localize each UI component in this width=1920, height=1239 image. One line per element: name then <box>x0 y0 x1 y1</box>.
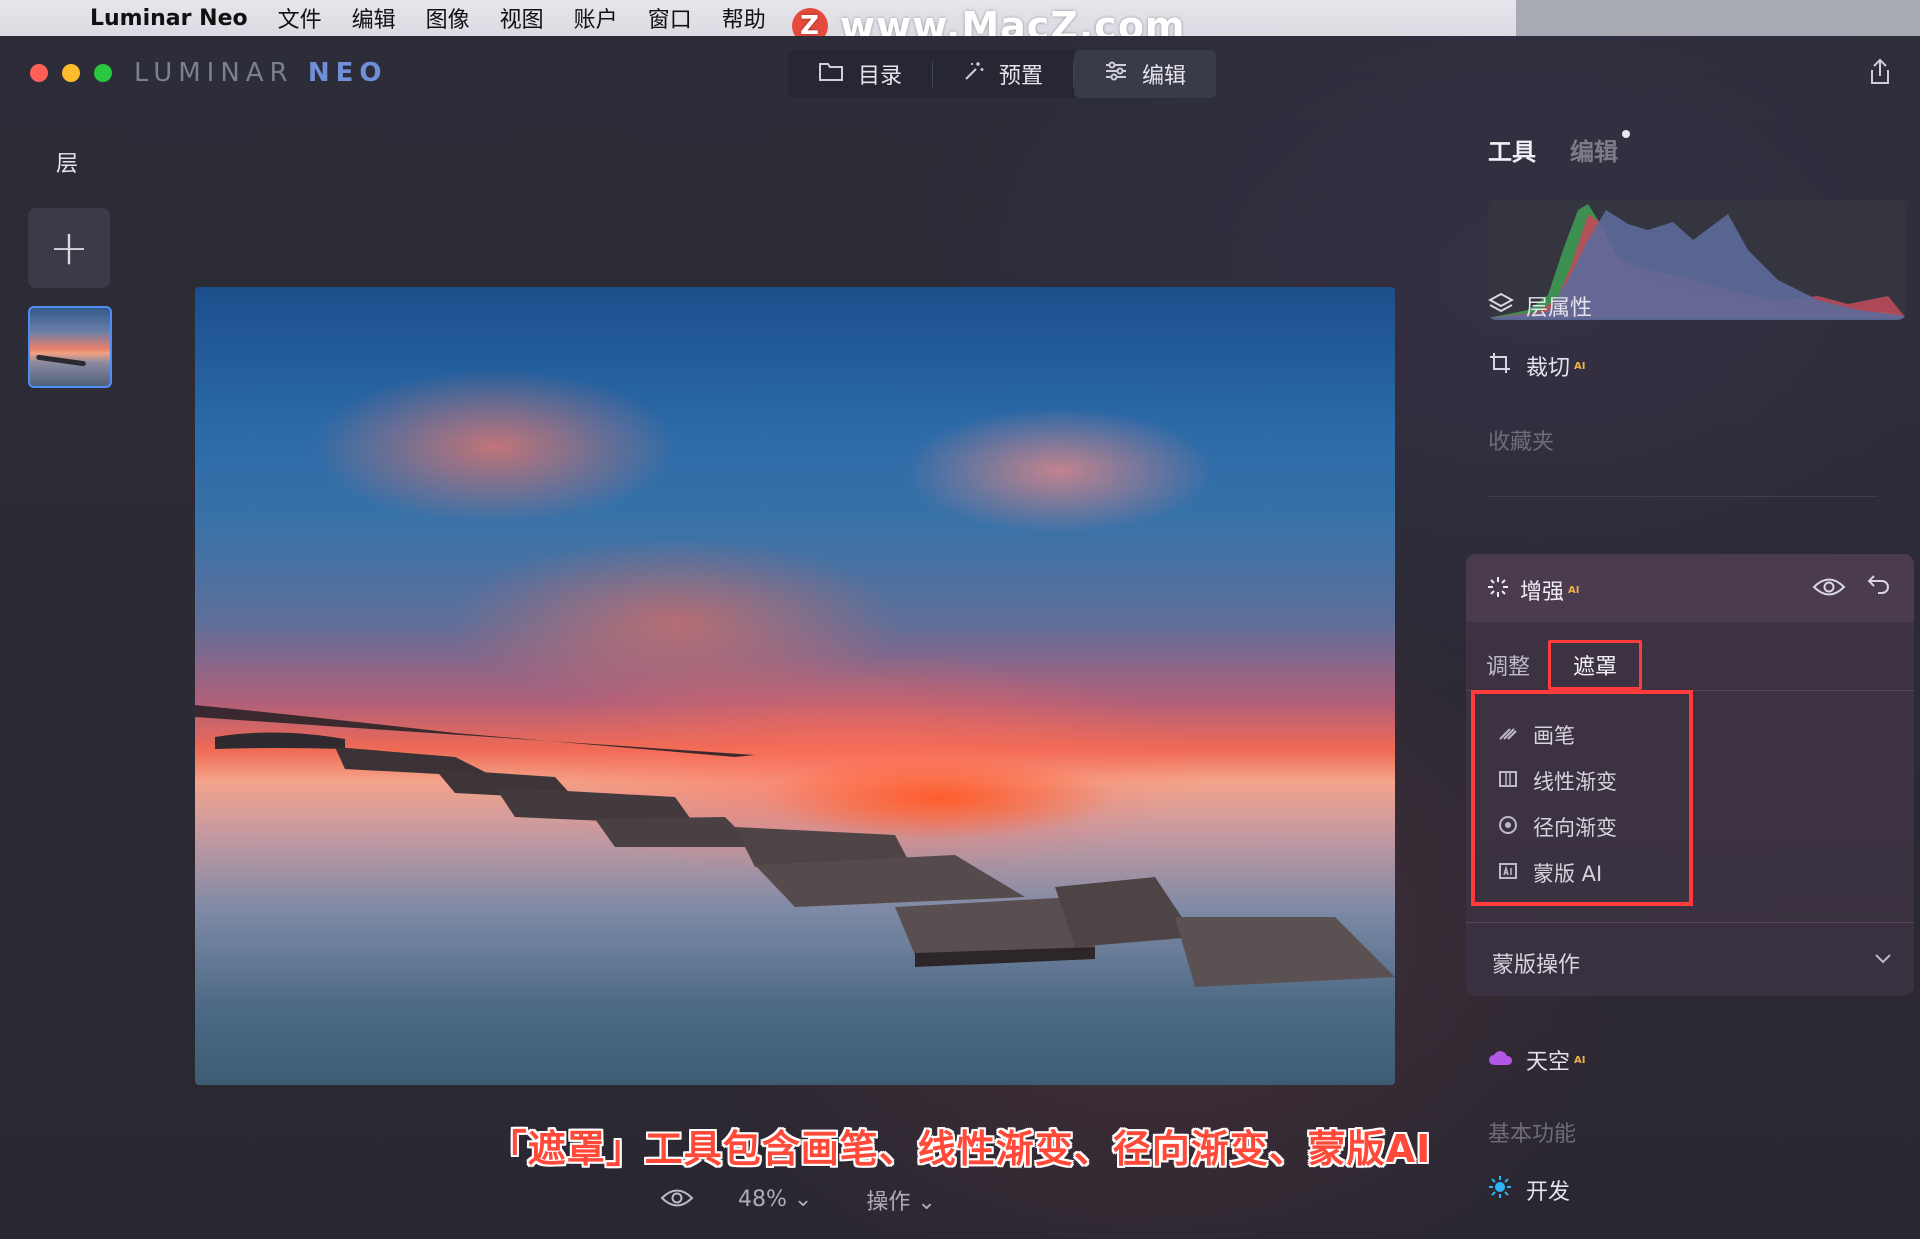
mask-operations-row[interactable]: 蒙版操作 <box>1466 922 1914 997</box>
zoom-value: 48% <box>738 1187 787 1212</box>
essentials-section[interactable]: 基本功能 <box>1488 1116 1576 1148</box>
radial-gradient-icon <box>1497 815 1519 840</box>
menu-view[interactable]: 视图 <box>500 2 544 34</box>
tab-edits[interactable]: 编辑 <box>1570 130 1630 167</box>
mask-ai-item[interactable]: 蒙版 AI <box>1475 850 1689 896</box>
layer-thumbnail[interactable] <box>28 306 112 388</box>
brush-icon <box>1497 725 1519 746</box>
panel-divider <box>1488 496 1878 497</box>
mask-linear-gradient-item[interactable]: 线性渐变 <box>1475 758 1689 804</box>
mask-ai-label: 蒙版 AI <box>1533 862 1603 886</box>
mask-brush-label: 画笔 <box>1533 724 1575 748</box>
folder-icon <box>818 60 844 88</box>
actions-label: 操作 <box>866 1189 911 1215</box>
chevron-down-icon: ⌄ <box>917 1189 936 1215</box>
actions-dropdown[interactable]: 操作 ⌄ <box>866 1184 935 1216</box>
mode-switcher: 目录 预置 编辑 <box>788 50 1217 98</box>
mask-radial-gradient-label: 径向渐变 <box>1533 816 1617 840</box>
sky-ai-item[interactable]: 天空 AI <box>1488 1044 1585 1076</box>
enhance-title: 增强 AI <box>1486 574 1579 606</box>
ai-badge: AI <box>1574 1054 1586 1066</box>
enhance-header[interactable]: 增强 AI <box>1466 554 1914 622</box>
tab-presets-label: 预置 <box>999 64 1044 89</box>
menu-help[interactable]: 帮助 <box>722 2 766 34</box>
crop-icon <box>1488 351 1516 381</box>
menubar-status-area <box>1516 0 1920 36</box>
magic-wand-icon <box>963 60 985 88</box>
enhance-title-label: 增强 <box>1520 580 1565 605</box>
develop-item[interactable]: 开发 <box>1488 1174 1570 1206</box>
ai-badge: AI <box>1574 360 1586 372</box>
mask-tools-list: 画笔 线性渐变 径向渐变 蒙版 AI <box>1471 690 1693 906</box>
ai-badge: AI <box>1568 584 1580 596</box>
tutorial-caption: 「遮罩」工具包含画笔、线性渐变、径向渐变、蒙版AI <box>488 1127 1432 1171</box>
tab-catalog[interactable]: 目录 <box>788 50 932 98</box>
app-logo: LUMINAR NEO <box>134 58 388 88</box>
linear-gradient-icon <box>1497 770 1519 793</box>
edits-indicator-dot <box>1622 130 1630 138</box>
photo-canvas[interactable] <box>195 287 1395 1085</box>
tab-presets[interactable]: 预置 <box>933 50 1073 98</box>
add-layer-button[interactable]: + <box>28 208 110 288</box>
reset-undo-icon[interactable] <box>1866 570 1892 603</box>
menu-image[interactable]: 图像 <box>426 2 470 34</box>
sparkle-icon <box>1486 575 1510 605</box>
logo-text: LUMINAR <box>134 58 308 88</box>
chevron-down-icon: ⌄ <box>793 1187 813 1212</box>
menu-edit[interactable]: 编辑 <box>352 2 396 34</box>
crop-item[interactable]: 裁切 AI <box>1488 350 1585 382</box>
enhance-sub-tabs: 调整 遮罩 <box>1486 640 1664 690</box>
mask-linear-gradient-label: 线性渐变 <box>1533 770 1617 794</box>
layers-icon <box>1487 291 1516 321</box>
layer-properties-item[interactable]: 层属性 <box>1487 290 1593 322</box>
logo-neo-text: NEO <box>307 58 388 88</box>
share-icon[interactable] <box>1868 58 1892 93</box>
mask-operations-label: 蒙版操作 <box>1492 953 1581 978</box>
photo-rocks <box>195 705 1395 987</box>
menu-file[interactable]: 文件 <box>278 2 322 34</box>
chevron-down-icon <box>1874 943 1892 971</box>
zoom-window-button[interactable] <box>94 64 112 82</box>
right-panel-tabs: 工具 编辑 <box>1488 130 1630 167</box>
minimize-window-button[interactable] <box>62 64 80 82</box>
mask-brush-item[interactable]: 画笔 <box>1475 712 1689 758</box>
layers-title: 层 <box>56 152 79 177</box>
develop-label: 开发 <box>1526 1180 1571 1205</box>
cloud-icon <box>1488 1047 1516 1073</box>
tab-edits-label: 编辑 <box>1570 138 1618 166</box>
menu-window[interactable]: 窗口 <box>648 2 692 34</box>
app-window: LUMINAR NEO 目录 预置 编辑 层 + 「遮罩」工具包含画笔、线性渐变… <box>0 36 1920 1239</box>
close-window-button[interactable] <box>30 64 48 82</box>
favorites-section[interactable]: 收藏夹 <box>1488 424 1554 456</box>
sky-label: 天空 <box>1526 1050 1571 1075</box>
mask-radial-gradient-item[interactable]: 径向渐变 <box>1475 804 1689 850</box>
app-menu[interactable]: Luminar Neo <box>90 6 248 31</box>
tab-adjust[interactable]: 调整 <box>1486 649 1530 681</box>
eye-icon[interactable] <box>660 1182 694 1217</box>
crop-label: 裁切 <box>1526 356 1571 381</box>
tab-mask[interactable]: 遮罩 <box>1548 640 1643 690</box>
bottom-toolbar: 48% ⌄ 操作 ⌄ <box>660 1182 936 1217</box>
tab-tools[interactable]: 工具 <box>1488 132 1536 167</box>
tab-catalog-label: 目录 <box>858 64 903 89</box>
layer-properties-label: 层属性 <box>1526 296 1593 321</box>
sun-icon <box>1488 1175 1516 1205</box>
tab-edit[interactable]: 编辑 <box>1074 50 1217 98</box>
zoom-dropdown[interactable]: 48% ⌄ <box>738 1187 812 1212</box>
menu-account[interactable]: 账户 <box>574 2 618 34</box>
visibility-eye-icon[interactable] <box>1812 572 1846 605</box>
mask-ai-icon <box>1497 862 1519 885</box>
sliders-icon <box>1104 60 1128 88</box>
tab-edit-label: 编辑 <box>1142 64 1187 89</box>
